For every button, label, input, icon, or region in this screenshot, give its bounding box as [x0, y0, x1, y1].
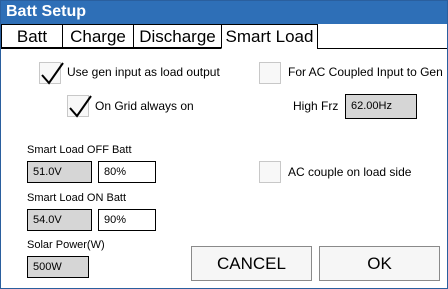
tab-charge[interactable]: Charge: [62, 24, 134, 48]
batt-setup-window: Batt Setup Batt Charge Discharge Smart L…: [0, 0, 448, 289]
smart-load-off-voltage-field[interactable]: 51.0V: [27, 161, 92, 183]
smart-load-on-label: Smart Load ON Batt: [27, 192, 127, 204]
high-frz-label: High Frz: [293, 99, 339, 113]
checkmark-icon: [69, 95, 92, 118]
smart-load-off-percent-field[interactable]: 80%: [98, 161, 156, 183]
title-bar: Batt Setup: [1, 1, 447, 24]
smart-load-on-voltage-field[interactable]: 54.0V: [27, 209, 92, 231]
solar-power-field[interactable]: 500W: [27, 256, 89, 278]
use-gen-input-checkbox[interactable]: [39, 62, 64, 85]
tab-batt[interactable]: Batt: [1, 24, 63, 48]
ok-button[interactable]: OK: [319, 246, 440, 281]
on-grid-always-on-checkbox[interactable]: [67, 95, 92, 118]
ac-coupled-input-gen-checkbox[interactable]: [259, 62, 281, 84]
smart-load-off-label: Smart Load OFF Batt: [27, 144, 132, 156]
solar-power-label: Solar Power(W): [27, 239, 105, 251]
use-gen-input-label: Use gen input as load output: [67, 65, 220, 79]
ac-couple-load-side-label: AC couple on load side: [288, 165, 412, 179]
checkmark-icon: [41, 62, 64, 85]
tab-underline-right: [317, 48, 447, 49]
on-grid-always-on-label: On Grid always on: [95, 99, 194, 113]
window-title: Batt Setup: [6, 3, 86, 20]
tab-discharge[interactable]: Discharge: [133, 24, 222, 48]
cancel-button[interactable]: CANCEL: [191, 246, 312, 281]
ac-coupled-input-gen-label: For AC Coupled Input to Gen: [288, 65, 443, 79]
tab-bar: Batt Charge Discharge Smart Load: [1, 24, 447, 49]
high-frz-value[interactable]: 62.00Hz: [345, 94, 417, 119]
tab-smart-load[interactable]: Smart Load: [221, 24, 318, 49]
tab-underline-left: [1, 48, 221, 49]
ac-couple-load-side-checkbox[interactable]: [259, 161, 281, 183]
smart-load-on-percent-field[interactable]: 90%: [98, 209, 156, 231]
